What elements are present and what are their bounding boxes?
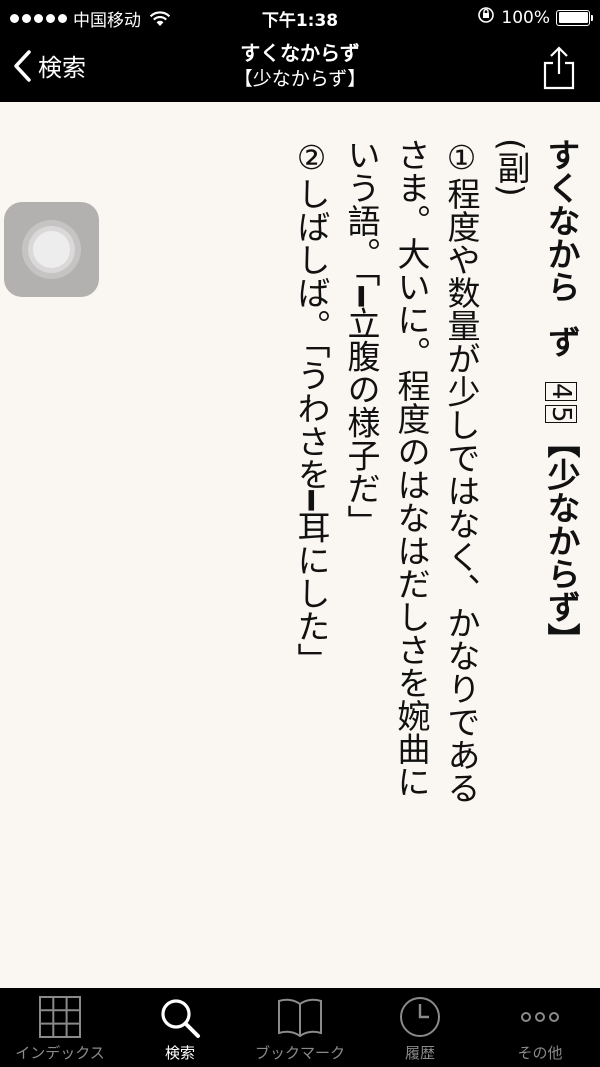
tab-more[interactable]: その他 <box>480 988 600 1067</box>
search-icon <box>158 996 202 1044</box>
tab-history[interactable]: 履歴 <box>360 988 480 1067</box>
share-button[interactable] <box>542 46 576 94</box>
chevron-left-icon <box>14 49 31 82</box>
tab-more-label: その他 <box>517 1044 563 1062</box>
nav-title-kanji: 【少なからず】 <box>233 68 367 90</box>
battery-fill <box>558 12 588 23</box>
nav-title-reading: すくなからず <box>240 41 360 65</box>
definition-2: ②しばしば。「うわさを━耳にした」 <box>292 138 331 676</box>
assistive-touch-button[interactable] <box>4 202 99 297</box>
accent-box-2: 5 <box>545 404 577 424</box>
book-icon <box>277 996 323 1042</box>
kanji-form: 【少なからず】 <box>542 425 581 657</box>
more-icon <box>519 996 561 1042</box>
headword: すくなから <box>542 138 581 303</box>
back-button[interactable]: 検索 <box>12 48 86 83</box>
headword-tail: ず <box>542 325 581 358</box>
battery-icon <box>556 9 593 26</box>
navigation-bar: 検索 すくなからず 【少なからず】 <box>0 34 600 102</box>
back-button-label: 検索 <box>38 54 86 82</box>
tab-bar: インデックス 検索 ブックマーク 履歴 その他 <box>0 988 600 1067</box>
part-of-speech: (副) <box>492 138 531 197</box>
tab-history-label: 履歴 <box>404 1044 435 1062</box>
clock-icon <box>399 996 441 1042</box>
orientation-lock-icon <box>477 6 495 29</box>
battery-percent: 100% <box>501 7 550 28</box>
status-bar: 中国移动 下午1:38 100% <box>0 0 600 34</box>
headword-line: すくなからず 4 5【少なからず】 <box>536 138 586 818</box>
definition-1: ①程度や数量が少しではなく、かなりであるさま。大いに。程度のはなはだしさを婉曲に… <box>342 138 481 804</box>
share-icon <box>543 46 575 90</box>
tab-bookmark-label: ブックマーク <box>254 1044 345 1062</box>
nav-title: すくなからず 【少なからず】 <box>150 40 450 92</box>
tab-bookmark[interactable]: ブックマーク <box>240 988 360 1067</box>
grid-icon <box>39 996 81 1042</box>
entry-content: すくなからず 4 5【少なからず】 (副) ①程度や数量が少しではなく、かなりである… <box>0 102 600 988</box>
tab-index-label: インデックス <box>15 1044 105 1062</box>
tab-search[interactable]: 検索 <box>120 988 240 1067</box>
entry-text: すくなからず 4 5【少なからず】 (副) ①程度や数量が少しではなく、かなりである… <box>286 138 586 818</box>
status-right: 100% <box>477 6 593 29</box>
tab-index[interactable]: インデックス <box>0 988 120 1067</box>
tab-search-label: 検索 <box>164 1044 195 1062</box>
accent-box-1: 4 <box>545 382 577 401</box>
